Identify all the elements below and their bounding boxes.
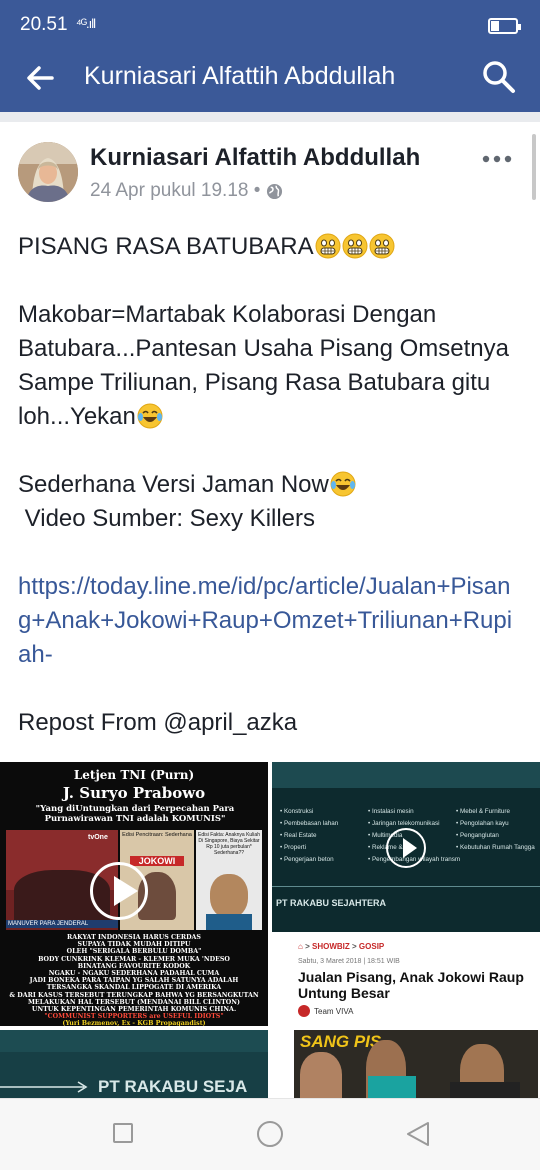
business-item: • Jaringan telekomunikasi [368,820,440,827]
tile-title: Letjen TNI (Purn) [73,768,195,782]
channel-logo: tvOne [88,834,108,841]
tears-of-joy-icon [137,403,163,429]
breadcrumb: ⌂ > SHOWBIZ > GOSIP [298,942,385,951]
poster-line: BODY CUNKRINK KLEMAR - KLEMER MUKA 'NDES… [38,955,230,963]
business-item: • Real Estate [280,832,317,839]
search-icon [483,61,515,93]
post-meta: 24 Apr pukul 19.18 • [90,180,283,202]
poster-line: OLEH "SERIGALA BERBULU DOMBA" [66,948,202,956]
business-item: • Pengerjaan beton [280,856,334,863]
post-headline: PISANG RASA BATUBARA [18,230,522,264]
poster-line: TERSANGKA SKANDAL LIPPOGATE DI AMERIKA [46,984,222,992]
photo-kaesang: Edisi Fakta: Anaknya Kuliah Di Singapore… [196,830,262,930]
company-name: PT RAKABU SEJAHTERA [276,898,387,908]
article-thumbnail[interactable]: ⌂ > SHOWBIZ > GOSIP Sabtu, 3 Maret 2018 … [294,938,538,1098]
poster-text: RAKYAT INDONESIA HARUS CERDAS SUPAYA TIDA… [4,934,264,1026]
business-item: • Instalasi mesin [368,808,414,815]
article-link[interactable]: https://today.line.me/id/pc/article/Jual… [18,573,512,668]
post-card: Kurniasari Alfattih Abddullah 24 Apr puk… [0,122,540,1098]
home-icon: ⌂ [298,942,303,951]
post-paragraph: Makobar=Martabak Kolaborasi Dengan Batub… [18,301,509,430]
poster-line: & DARI KASUS TERSEBUT TERUNGKAP BAHWA YG… [9,991,259,999]
grimacing-face-icon [342,233,368,259]
post-date[interactable]: 24 Apr pukul 19.18 • [90,180,260,202]
author-name[interactable]: Kurniasari Alfattih Abddullah [90,144,420,172]
signal-icon: ⁴ᴳ.ıll [76,16,96,31]
post-paragraph: Sederhana Versi Jaman Now [18,468,522,502]
grimacing-face-icon [315,233,341,259]
arrow-right-icon [0,1081,88,1093]
poster-line: JADI BONEKA PARA TAIPAN YG SALAH SATUNYA… [29,977,239,985]
search-button[interactable] [480,58,518,96]
article-photo: SANG PIS [294,1030,538,1098]
business-item: • Pengolahan kayu [456,820,509,827]
status-bar: 20.51 ⁴ᴳ.ıll [0,0,540,42]
tv-caption: MANUVER PARA JENDERAL [6,920,118,928]
business-item: • Properti [280,844,307,851]
system-nav-bar [0,1098,540,1170]
business-item: • Pembebasan lahan [280,820,339,827]
avatar[interactable] [18,142,78,202]
company-name: PT RAKABU SEJA [98,1077,248,1096]
video-thumbnail[interactable]: • Konstruksi • Pembebasan lahan • Real Est… [272,762,540,932]
business-list: • Mebel & Furniture • Pengolahan kayu • Pe… [456,806,540,854]
more-horizontal-icon [482,155,512,163]
page-title: Kurniasari Alfattih Abddullah [84,62,396,90]
square-icon[interactable] [113,1123,133,1143]
circle-icon[interactable] [257,1121,283,1147]
globe-icon [267,183,283,199]
poster-line: (Yuri Bezmenov, Ex - KGB Propagandist) [62,1020,206,1026]
business-list: • Konstruksi • Pembebasan lahan • Real Est… [280,806,366,866]
post-paragraph: Video Sumber: Sexy Killers [18,505,316,532]
business-item: • Kebutuhan Rumah Tangga [456,844,535,851]
poster-line: NGAKU - NGAKU SEDERHANA PADAHAL CUMA [48,970,220,978]
play-icon [114,876,138,906]
tears-of-joy-icon [330,471,356,497]
business-item: • Konstruksi [280,808,314,815]
avatar-image [18,142,78,202]
triangle-back-icon[interactable] [404,1120,432,1148]
video-thumbnail[interactable]: Letjen TNI (Purn) J. Suryo Prabowo "Yang… [0,762,268,1026]
status-time: 20.51 [20,14,68,35]
feed: Kurniasari Alfattih Abddullah 24 Apr puk… [0,112,540,1098]
source-logo [298,1005,310,1017]
more-options-button[interactable] [482,152,512,166]
back-button[interactable] [22,60,58,96]
poster-line: SUPAYA TIDAK MUDAH DITIPU [77,941,191,949]
poster-line: BINATANG FAVOURITE KODOK [77,962,191,970]
app-bar: Kurniasari Alfattih Abddullah [0,42,540,112]
poster-line: UNTUK KEPENTINGAN PEMERINTAH KOMUNIS CHI… [31,1006,237,1014]
business-item: • Mebel & Furniture [456,808,511,815]
poster-line: MELAKUKAN HAL TERSEBUT (MENDANAI BILL CL… [27,998,241,1006]
play-icon [403,838,417,858]
tile-title: J. Suryo Prabowo [62,784,206,802]
article-date: Sabtu, 3 Maret 2018 | 18:51 WIB [298,958,400,965]
post-body: PISANG RASA BATUBARA Makobar=Martabak Ko… [18,230,522,740]
article-headline: Jualan Pisang, Anak Jokowi Raup Untung B… [298,969,524,1001]
media-grid: Letjen TNI (Purn) J. Suryo Prabowo "Yang… [0,750,540,1098]
grimacing-face-icon [369,233,395,259]
repost-credit: Repost From @april_azka [18,709,298,736]
poster-line: RAKYAT INDONESIA HARUS CERDAS [67,934,201,941]
battery-icon [488,18,521,34]
arrow-left-icon [27,66,54,90]
poster-line: "COMMUNIST SUPPORTERS are USEFUL IDIOTS" [44,1013,224,1021]
business-item: • Penganglutan [456,832,499,839]
scrollbar[interactable] [532,134,536,200]
tile-quote: "Yang diUntungkan dari Perpecahan Para P… [35,804,235,824]
video-thumbnail[interactable]: PT RAKABU SEJA [0,1030,268,1098]
article-source: Team VIVA [298,1005,353,1017]
